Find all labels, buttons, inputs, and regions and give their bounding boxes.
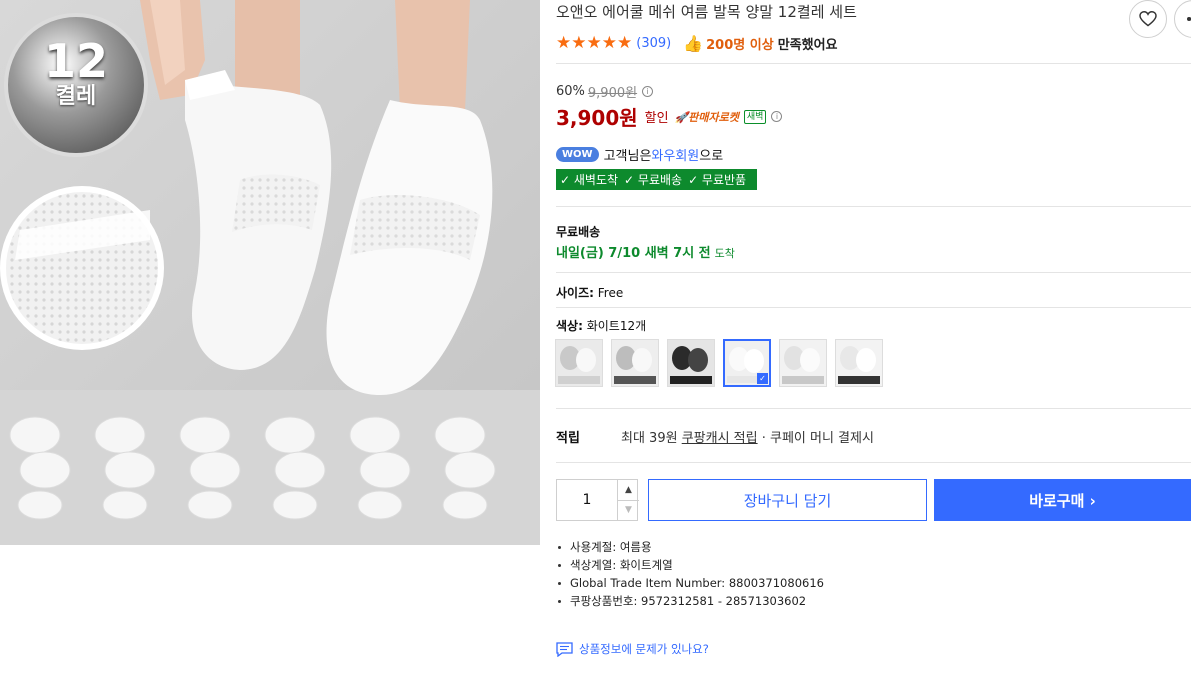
thumbs-up-icon: 👍	[683, 33, 704, 53]
share-icon	[1187, 17, 1191, 21]
attribute-item: 쿠팡상품번호: 9572312581 - 28571303602	[556, 592, 824, 610]
divider	[556, 272, 1191, 273]
swatch-thumbnail	[780, 340, 826, 386]
chevron-up-icon: ▲	[625, 485, 632, 495]
discount-rate: 60%	[556, 84, 585, 99]
product-image[interactable]: 12 켤레	[0, 0, 540, 545]
size-label: 사이즈:	[556, 286, 594, 300]
attribute-item: 색상계열: 화이트계열	[556, 556, 824, 574]
sale-price: 3,900원	[556, 106, 638, 130]
swatch-thumbnail	[836, 340, 882, 386]
benefit-dawn: ✓ 새벽도착	[560, 173, 619, 187]
color-swatch-selected[interactable]: ✓	[723, 339, 771, 387]
divider	[556, 206, 1191, 207]
original-price: 9,900원	[587, 86, 638, 101]
quantity-stepper[interactable]: 1 ▲ ▼	[556, 479, 639, 521]
chevron-down-icon: ▼	[625, 505, 632, 515]
color-option: 색상: 화이트12개	[556, 317, 646, 334]
size-option: 사이즈: Free	[556, 284, 623, 301]
quantity-input[interactable]: 1	[557, 492, 617, 508]
star-icon: ★	[586, 32, 602, 53]
color-swatch[interactable]	[611, 339, 659, 387]
points-text: 최대 39원 쿠팡캐시 적립 · 쿠페이 머니 결제시	[621, 427, 874, 446]
quantity-decrease-button[interactable]: ▼	[617, 500, 639, 520]
info-icon[interactable]: i	[642, 86, 654, 97]
satisfaction-count: 200명 이상	[706, 37, 774, 53]
color-swatch[interactable]	[555, 339, 603, 387]
color-swatch-list: ✓	[555, 339, 891, 387]
coupang-cash-link[interactable]: 쿠팡캐시 적립	[682, 431, 758, 446]
attribute-item: 사용계절: 여름용	[556, 538, 824, 556]
divider	[556, 408, 1191, 409]
star-icon: ★	[601, 32, 617, 53]
points-suffix: · 쿠페이 머니 결제시	[757, 431, 874, 446]
wow-member-row: WOW 고객님은 와우회원 으로	[556, 145, 723, 164]
points-label: 적립	[556, 431, 580, 446]
wow-member-name: 와우회원	[651, 149, 700, 164]
badge-number: 12	[43, 34, 108, 88]
benefit-free-shipping: ✓ 무료배송	[624, 173, 683, 187]
sale-label: 할인	[644, 111, 669, 126]
badge-unit: 켤레	[55, 84, 97, 109]
divider	[556, 307, 1191, 308]
benefit-bar: ✓ 새벽도착 ✓ 무료배송 ✓ 무료반품	[556, 169, 758, 190]
dawn-delivery-badge: 새벽	[743, 109, 767, 124]
report-issue-link[interactable]: 상품정보에 문제가 있나요?	[556, 641, 709, 657]
swatch-thumbnail	[668, 340, 714, 386]
color-swatch[interactable]	[835, 339, 883, 387]
satisfaction-text: 만족했어요	[777, 37, 838, 53]
divider	[556, 462, 1191, 463]
star-icon: ★	[617, 32, 633, 53]
wishlist-button[interactable]	[1129, 0, 1167, 38]
shipping-label: 무료배송	[556, 225, 601, 239]
info-icon[interactable]: i	[771, 111, 783, 122]
seller-rocket-badge: 🚀판매자로켓	[674, 110, 739, 124]
divider	[556, 63, 1191, 64]
size-value: Free	[597, 286, 624, 300]
wow-badge: WOW	[556, 147, 599, 162]
swatch-thumbnail	[612, 340, 658, 386]
benefit-free-return: ✓ 무료반품	[688, 173, 747, 187]
quantity-increase-button[interactable]: ▲	[617, 480, 639, 501]
add-to-cart-button[interactable]: 장바구니 담기	[648, 479, 927, 521]
attribute-item: Global Trade Item Number: 8800371080616	[556, 574, 824, 592]
wow-prefix: 고객님은	[603, 149, 652, 164]
swatch-thumbnail	[556, 340, 602, 386]
delivery-date-text: 내일(금) 7/10 새벽 7시 전	[556, 246, 711, 261]
selected-check-icon: ✓	[757, 373, 768, 384]
product-title: 오앤오 에어쿨 메쉬 여름 발목 양말 12켤레 세트	[556, 3, 857, 21]
heart-icon	[1139, 11, 1157, 27]
arrive-text: 도착	[714, 247, 735, 260]
report-issue-text: 상품정보에 문제가 있나요?	[579, 642, 709, 656]
wow-suffix: 으로	[699, 149, 724, 164]
sale-price-row: 3,900원 할인 🚀판매자로켓 새벽 i	[556, 102, 783, 131]
delivery-date: 내일(금) 7/10 새벽 7시 전 도착	[556, 242, 735, 261]
buy-now-button[interactable]: 바로구매 ›	[934, 479, 1191, 521]
rating-row: ★ ★ ★ ★ ★ (309) 👍 200명 이상 만족했어요	[556, 33, 838, 53]
original-price-row: 60% 9,900원 i	[556, 82, 654, 101]
review-count-link[interactable]: (309)	[636, 36, 671, 51]
star-icon: ★	[571, 32, 587, 53]
pair-count-badge: 12 켤레	[6, 38, 146, 110]
color-value: 화이트12개	[586, 319, 647, 333]
chat-bubble-icon	[556, 641, 573, 657]
color-label: 색상:	[556, 319, 583, 333]
product-attributes: 사용계절: 여름용 색상계열: 화이트계열 Global Trade Item …	[556, 538, 824, 610]
points-prefix: 최대 39원	[621, 431, 682, 446]
color-swatch[interactable]	[779, 339, 827, 387]
star-icon: ★	[556, 32, 572, 53]
share-button[interactable]	[1174, 0, 1191, 38]
color-swatch[interactable]	[667, 339, 715, 387]
